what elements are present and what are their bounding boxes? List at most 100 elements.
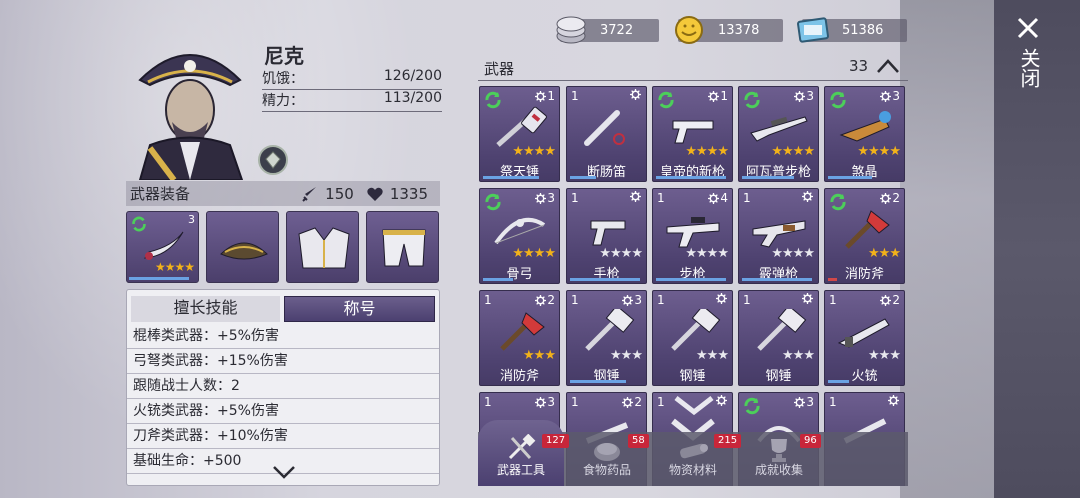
weapon-count: 1 bbox=[571, 395, 579, 409]
chevron-down-icon[interactable] bbox=[272, 465, 296, 479]
equip-slot-coat[interactable] bbox=[286, 211, 359, 283]
gear-icon bbox=[622, 294, 634, 306]
weapon-stars: ★★★ bbox=[610, 348, 643, 363]
gear-icon bbox=[794, 396, 806, 408]
tab-materials[interactable]: 215 物资材料 bbox=[650, 432, 742, 486]
weapon-progress-bar bbox=[656, 176, 726, 179]
weapon-stars: ★★★ bbox=[523, 348, 556, 363]
gear-icon bbox=[630, 89, 641, 100]
equip-slot-weapon[interactable]: 3 ★★★★ bbox=[126, 211, 199, 283]
weapon-count: 1 bbox=[571, 191, 579, 205]
gear-icon bbox=[630, 191, 641, 202]
tab-food-medicine[interactable]: 58 食物药品 bbox=[564, 432, 650, 486]
tab-achievements[interactable]: 96 成就收集 bbox=[736, 432, 822, 486]
gold-value: 13378 bbox=[718, 23, 760, 38]
weapon-card[interactable]: 1 ★★★ 钢锤 bbox=[738, 290, 819, 386]
weapon-card[interactable]: 1 4 ★★★★ 步枪 bbox=[652, 188, 733, 284]
weapon-card[interactable]: 1 断肠笛 bbox=[566, 86, 647, 182]
collapse-arrow-icon[interactable] bbox=[674, 396, 714, 416]
weapon-level-value: 3 bbox=[806, 89, 814, 103]
weapon-icon bbox=[666, 217, 720, 248]
currency-tickets: 51386 bbox=[797, 17, 907, 43]
weapon-progress-bar bbox=[570, 176, 596, 179]
trophy-icon bbox=[771, 439, 787, 462]
weapon-card[interactable]: 1 ★★★★ 皇帝的新枪 bbox=[652, 86, 733, 182]
gear-icon bbox=[802, 191, 813, 202]
weapon-progress-bar bbox=[828, 176, 872, 179]
pirate-pants-icon bbox=[382, 229, 426, 267]
gem-badge[interactable] bbox=[258, 145, 288, 175]
equip-slot-hat[interactable] bbox=[206, 211, 279, 283]
weapon-icon bbox=[837, 318, 890, 348]
weapon-card[interactable]: 1 2 ★★★ 消防斧 bbox=[479, 290, 560, 386]
weapon-card[interactable]: 1 3 ★★★ 钢锤 bbox=[566, 290, 647, 386]
chevron-up-icon[interactable] bbox=[876, 57, 900, 75]
weapon-level bbox=[888, 395, 900, 406]
weapon-card[interactable]: 3 ★★★★ 骨弓 bbox=[479, 188, 560, 284]
weapon-icon bbox=[752, 220, 806, 248]
weapon-stars: ★★★★ bbox=[512, 246, 556, 261]
curved-blade-icon bbox=[144, 231, 184, 260]
weapon-level: 4 bbox=[708, 191, 728, 205]
weapon-stars: ★★★ bbox=[868, 246, 901, 261]
weapon-card[interactable]: 1 ★★★★ 手枪 bbox=[566, 188, 647, 284]
close-icon[interactable] bbox=[1016, 16, 1040, 40]
heart-icon bbox=[367, 187, 383, 201]
weapon-level: 2 bbox=[535, 293, 555, 307]
equipment-slots: 3 ★★★★ bbox=[126, 211, 439, 283]
skill-line: 刀斧类武器：+10%伤害 bbox=[127, 424, 439, 449]
weapon-progress-bar bbox=[570, 380, 626, 383]
weapon-card[interactable]: 2 ★★★ 消防斧 bbox=[824, 188, 905, 284]
weapon-stars: ★★★★ bbox=[771, 144, 815, 159]
weapon-count: 1 bbox=[829, 395, 837, 409]
weapon-count: 1 bbox=[829, 293, 837, 307]
tab-title[interactable]: 称号 bbox=[284, 296, 435, 322]
weapon-count: 1 bbox=[484, 293, 492, 307]
weapon-level-value: 3 bbox=[547, 191, 555, 205]
weapon-icon bbox=[584, 110, 625, 146]
skill-line: 弓弩类武器：+15%伤害 bbox=[127, 349, 439, 374]
gear-icon bbox=[622, 396, 634, 408]
weapon-stars: ★★★★ bbox=[512, 144, 556, 159]
weapon-card[interactable]: 3 ★★★★ 煞晶 bbox=[824, 86, 905, 182]
close-label[interactable]: 关闭 bbox=[1016, 48, 1041, 88]
weapon-card[interactable]: 1 ★★★★ 祭天锤 bbox=[479, 86, 560, 182]
tab-count-badge: 58 bbox=[628, 434, 649, 448]
weapon-icon bbox=[839, 111, 891, 142]
weapon-level: 1 bbox=[535, 89, 555, 103]
gold-coin-icon bbox=[675, 16, 703, 44]
equip-slot-pants[interactable] bbox=[366, 211, 439, 283]
slot-stars: ★★★★ bbox=[154, 260, 195, 274]
weapon-progress-bar bbox=[828, 278, 837, 281]
character-name: 尼克 bbox=[264, 44, 304, 68]
weapon-level-value: 1 bbox=[547, 89, 555, 103]
weapon-level bbox=[630, 89, 642, 100]
weapon-level: 3 bbox=[880, 89, 900, 103]
weapon-card[interactable]: 1 ★★★★ 霰弹枪 bbox=[738, 188, 819, 284]
weapon-card[interactable]: 1 2 ★★★ 火铳 bbox=[824, 290, 905, 386]
weapon-level: 3 bbox=[535, 395, 555, 409]
weapon-stars: ★★★ bbox=[782, 348, 815, 363]
gem-icon bbox=[265, 151, 281, 169]
gear-icon bbox=[535, 396, 547, 408]
tab-count-badge: 96 bbox=[800, 434, 821, 448]
weapon-progress-bar bbox=[483, 278, 513, 281]
tab-weapons-tools[interactable]: 127 武器工具 bbox=[478, 420, 570, 486]
tab-label: 食物药品 bbox=[582, 463, 631, 477]
weapon-icon bbox=[590, 220, 626, 246]
weapon-tools-icon bbox=[508, 434, 536, 460]
weapon-count: 1 bbox=[571, 293, 579, 307]
tab-skills[interactable]: 擅长技能 bbox=[131, 296, 280, 322]
weapons-count: 33 bbox=[849, 57, 869, 75]
weapon-progress-bar bbox=[742, 176, 794, 179]
gear-icon bbox=[802, 293, 813, 304]
weapon-stars: ★★★★ bbox=[685, 144, 729, 159]
gear-icon bbox=[535, 90, 547, 102]
silver-coin-icon bbox=[556, 16, 586, 44]
currency-gold: 13378 bbox=[675, 16, 783, 44]
weapon-card[interactable]: 3 ★★★★ 阿瓦普步枪 bbox=[738, 86, 819, 182]
weapon-level-value: 3 bbox=[634, 293, 642, 307]
weapon-card[interactable]: 1 ★★★ 钢锤 bbox=[652, 290, 733, 386]
weapon-progress-bar bbox=[483, 176, 539, 179]
gear-icon bbox=[888, 395, 899, 406]
